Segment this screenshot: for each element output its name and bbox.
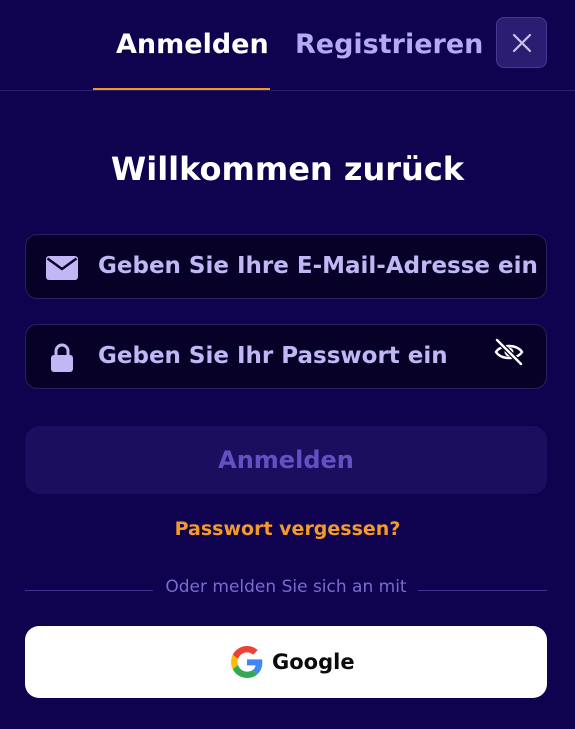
email-placeholder: Geben Sie Ihre E-Mail-Adresse ein <box>98 253 538 279</box>
login-submit-button[interactable]: Anmelden <box>25 426 547 494</box>
active-tab-indicator <box>93 88 270 90</box>
divider-label: Oder melden Sie sich an mit <box>165 577 407 597</box>
close-button[interactable] <box>496 17 547 68</box>
divider-left <box>25 590 153 591</box>
page-title: Willkommen zurück <box>110 150 465 188</box>
tab-login[interactable]: Anmelden <box>116 22 269 68</box>
password-placeholder: Geben Sie Ihr Passwort ein <box>98 343 448 369</box>
eye-slash-icon <box>494 338 524 366</box>
password-visibility-toggle[interactable] <box>492 335 526 369</box>
password-field[interactable]: Geben Sie Ihr Passwort ein <box>25 324 547 389</box>
google-label: Google <box>272 650 355 674</box>
forgot-password-link[interactable]: Passwort vergessen? <box>0 518 575 540</box>
auth-tabs: Anmelden Registrieren <box>0 0 575 91</box>
google-icon <box>231 646 263 678</box>
google-signin-button[interactable]: Google <box>25 626 547 698</box>
divider-right <box>418 590 547 591</box>
lock-icon <box>46 343 78 372</box>
close-icon <box>512 33 531 52</box>
envelope-icon <box>46 254 78 281</box>
tab-register[interactable]: Registrieren <box>295 22 483 68</box>
email-field[interactable]: Geben Sie Ihre E-Mail-Adresse ein <box>25 234 547 299</box>
